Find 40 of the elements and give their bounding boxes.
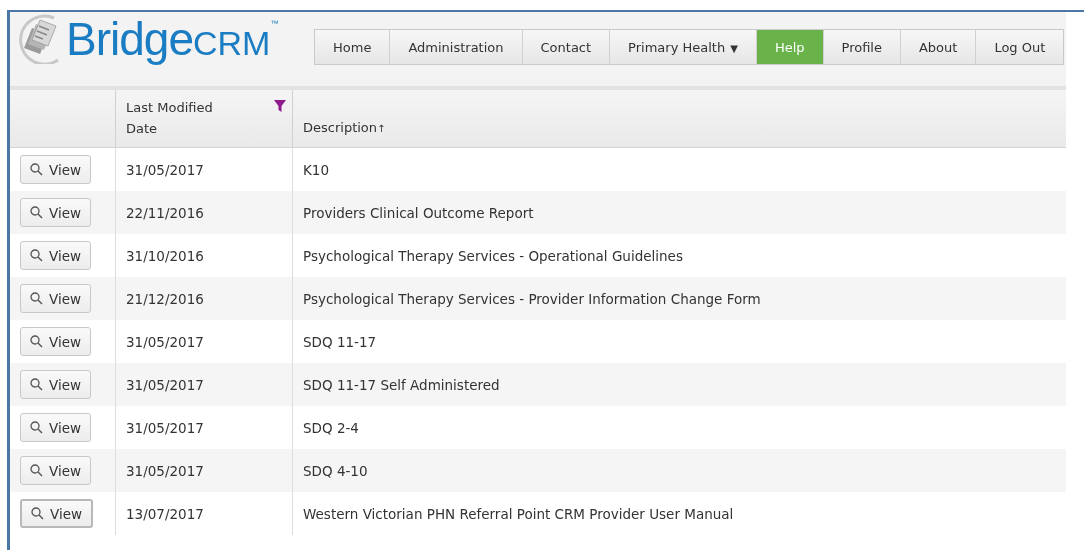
search-icon	[30, 249, 43, 262]
nav-tab[interactable]: Administration	[389, 30, 522, 64]
search-icon	[30, 378, 43, 391]
filter-icon[interactable]	[274, 100, 286, 112]
search-icon	[30, 292, 43, 305]
nav-tab[interactable]: Contact	[521, 30, 610, 64]
view-button[interactable]: View	[20, 456, 92, 485]
search-icon	[30, 335, 43, 348]
search-icon	[30, 421, 43, 434]
view-button[interactable]: View	[20, 198, 92, 227]
column-title: Last Modified Date	[126, 99, 214, 138]
view-button[interactable]: View	[20, 241, 92, 270]
description-cell-text: SDQ 2-4	[302, 418, 360, 438]
description-cell-text: SDQ 11-17 Self Administered	[302, 375, 501, 395]
nav-tab[interactable]: Home	[315, 30, 390, 64]
description-cell-text: Western Victorian PHN Referral Point CRM Provider User Manual	[302, 504, 735, 524]
nav-tab[interactable]: Profile	[822, 30, 900, 64]
description-cell-text: SDQ 11-17	[302, 332, 378, 352]
column-header[interactable]: Last Modified Date	[116, 90, 293, 147]
view-button[interactable]: View	[20, 327, 92, 356]
view-button[interactable]: View	[20, 284, 92, 313]
search-icon	[30, 163, 43, 176]
description-cell-text: Psychological Therapy Services - Provider Information Change Form	[302, 289, 762, 309]
description-cell-text: Psychological Therapy Services - Operational Guidelines	[302, 246, 684, 266]
description-cell-text: Providers Clinical Outcome Report	[302, 203, 535, 223]
nav-tab[interactable]: Log Out	[975, 30, 1064, 64]
nav-tab[interactable]: Primary Health ▼	[609, 30, 756, 64]
description-cell-text: K10	[302, 160, 331, 180]
nav-tab[interactable]: About	[899, 30, 976, 64]
search-icon	[30, 464, 43, 477]
search-icon	[30, 206, 43, 219]
column-header[interactable]: Description↑	[293, 90, 1066, 147]
view-button[interactable]: View	[20, 155, 92, 184]
date-cell: 13/07/2017	[116, 492, 293, 535]
view-button[interactable]: View	[20, 370, 92, 399]
search-icon	[31, 507, 44, 520]
column-title: Description↑	[303, 119, 386, 137]
view-button[interactable]: View	[20, 499, 94, 528]
description-cell-text: SDQ 4-10	[302, 461, 369, 481]
view-button[interactable]: View	[20, 413, 92, 442]
